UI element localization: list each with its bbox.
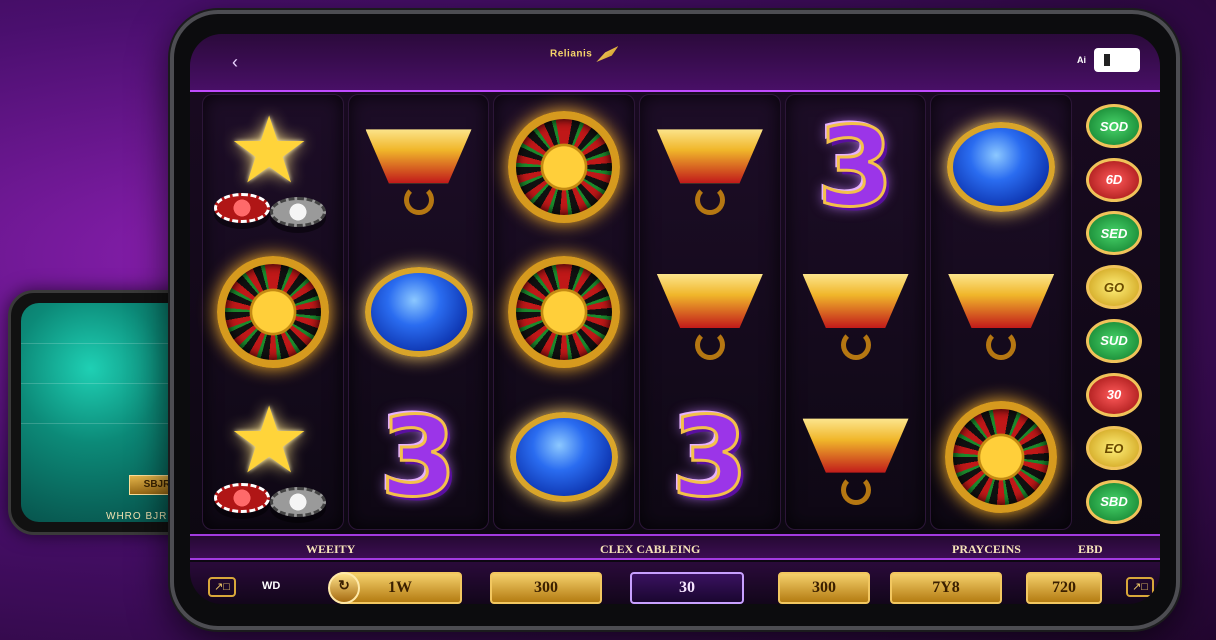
control-left-label: WD	[262, 580, 281, 592]
blue-gem-icon	[360, 250, 478, 374]
star-chips-symbol: ★	[213, 100, 332, 229]
roulette-icon	[214, 250, 332, 374]
gold-shield-icon	[651, 105, 769, 229]
spin-icon[interactable]: ↻	[328, 572, 360, 604]
info-bar: WEEITY CLEX CABLEING PRAYCEINS EBD	[190, 534, 1160, 560]
reel-6	[930, 94, 1073, 530]
purple-three: 3	[670, 392, 750, 521]
bet-button-2[interactable]: 300	[490, 572, 602, 604]
roulette-wheel	[508, 255, 621, 368]
info-left: WEEITY	[306, 542, 356, 556]
game-screen: ‹ Relianis Ai ★ ★ 3 3 3 SOD 6D SED GO SUD 30 EO SBD…	[190, 34, 1160, 604]
gold-shield	[656, 260, 763, 364]
share-icon[interactable]: ↗□	[1126, 577, 1154, 597]
purple-three-icon: 3	[651, 395, 769, 519]
reel-3	[493, 94, 636, 530]
side-bet-button[interactable]: 6D	[1086, 157, 1142, 202]
gold-shield-icon	[360, 105, 478, 229]
blue-gem	[364, 266, 473, 357]
reel-2: 3	[347, 94, 490, 530]
info-far-right: EBD	[1078, 542, 1103, 556]
background-bottom-label: WHRO BJR	[106, 511, 168, 522]
gold-shield-icon	[942, 250, 1060, 374]
chevron-left-icon[interactable]: ‹	[232, 52, 238, 73]
silver-chip-icon	[269, 486, 326, 517]
red-chip-icon	[213, 482, 270, 513]
side-bet-button[interactable]: EO	[1086, 426, 1142, 471]
purple-three: 3	[816, 103, 896, 232]
status-area: Ai	[1077, 48, 1140, 72]
bet-button-5[interactable]: 7Y8	[890, 572, 1002, 604]
blue-gem-icon	[942, 105, 1060, 229]
gold-shield-icon	[651, 250, 769, 374]
blue-gem	[510, 411, 619, 502]
expand-icon[interactable]: ↗□	[208, 577, 236, 597]
bet-button-1[interactable]: ↻ 1W	[328, 572, 462, 604]
reel-1: ★ ★	[202, 94, 344, 530]
side-bet-button[interactable]: 30	[1086, 372, 1142, 417]
gold-shield	[802, 405, 909, 509]
gold-shield-icon	[797, 250, 915, 374]
gold-shield	[365, 115, 472, 219]
background-phone-screen: SBJR WHRO BJR	[21, 303, 195, 522]
star-icon: ★	[227, 100, 311, 203]
purple-three-icon: 3	[797, 105, 915, 229]
side-bet-buttons: SOD 6D SED GO SUD 30 EO SBD	[1084, 104, 1144, 524]
purple-three-icon: 3	[360, 395, 478, 519]
blue-gem-icon	[505, 395, 623, 519]
side-bet-button[interactable]: SBD	[1086, 479, 1142, 524]
gold-shield	[802, 260, 909, 364]
top-bar: ‹ Relianis Ai	[190, 34, 1160, 92]
silver-chip-icon	[269, 197, 326, 228]
star-chips-symbol: ★	[213, 389, 332, 519]
battery-icon	[1094, 48, 1140, 72]
purple-three: 3	[379, 392, 459, 521]
side-bet-button[interactable]: SED	[1086, 211, 1142, 256]
roulette-wheel	[216, 255, 329, 368]
gold-shield	[948, 260, 1055, 364]
reels-grid: ★ ★ 3 3 3	[202, 94, 1073, 530]
blue-gem	[947, 122, 1056, 213]
bet-button-4[interactable]: 300	[778, 572, 870, 604]
reel-5: 3	[784, 94, 927, 530]
roulette-wheel	[945, 400, 1058, 513]
roulette-icon	[505, 250, 623, 374]
side-bet-button[interactable]: SUD	[1086, 318, 1142, 363]
gold-shield	[656, 115, 763, 219]
game-logo: Relianis	[550, 46, 619, 62]
main-phone: ‹ Relianis Ai ★ ★ 3 3 3 SOD 6D SED GO SUD 30 EO SBD…	[170, 10, 1180, 630]
info-center: CLEX CABLEING	[600, 542, 701, 556]
roulette-wheel	[508, 111, 621, 224]
star-icon: ★	[227, 389, 311, 492]
control-bar: ↗□ WD ↻ 1W 300 30 300 7Y8 720 ↗□	[190, 562, 1160, 604]
signal-text: Ai	[1077, 55, 1086, 65]
red-chip-icon	[213, 193, 270, 224]
side-bet-button[interactable]: GO	[1086, 265, 1142, 310]
bet-button-6[interactable]: 720	[1026, 572, 1102, 604]
roulette-icon	[505, 105, 623, 229]
side-bet-button[interactable]: SOD	[1086, 104, 1142, 148]
reel-4: 3	[639, 94, 781, 530]
gold-shield-icon	[797, 395, 915, 519]
info-right: PRAYCEINS	[952, 542, 1021, 556]
roulette-icon	[942, 395, 1060, 519]
bet-button-3[interactable]: 30	[630, 572, 744, 604]
